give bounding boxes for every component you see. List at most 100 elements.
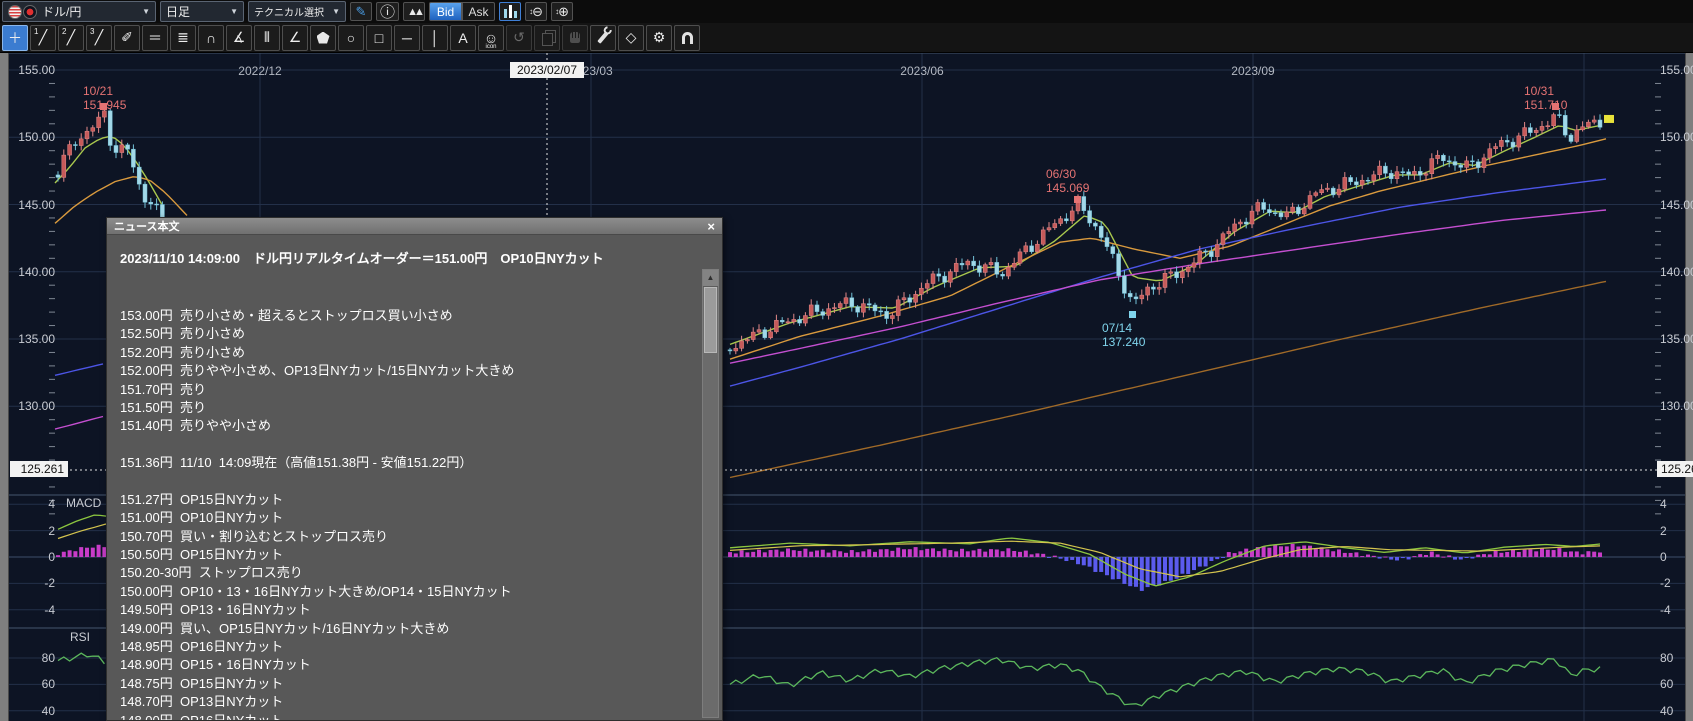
axis-label: 140.00 xyxy=(1660,265,1693,279)
candle-chart-type-button[interactable] xyxy=(499,2,521,21)
news-line xyxy=(120,473,692,491)
news-scrollbar[interactable]: ▲ xyxy=(702,269,719,718)
magnet-tool[interactable] xyxy=(674,25,700,51)
pan-hand-icon xyxy=(570,32,580,43)
news-popup[interactable]: ニュース本文 × 2023/11/10 14:09:00 ドル円リアルタイムオー… xyxy=(106,217,723,721)
ma-blue-right xyxy=(730,179,1606,386)
axis-label: 145.00 xyxy=(6,198,55,212)
trendline-3-tool[interactable]: ╱3 xyxy=(86,25,112,51)
bid-ask-toggle: Bid Ask xyxy=(429,2,495,21)
technical-select[interactable]: テクニカル選択 ▼ xyxy=(248,1,346,22)
multi-horizontal-lines-tool[interactable]: ≣ xyxy=(170,25,196,51)
news-line: 149.00円 買い、OP15日NYカット/16日NYカット大きめ xyxy=(120,620,692,638)
timeframe-select[interactable]: 日足 ▼ xyxy=(160,1,244,22)
tool-number-label: 1 xyxy=(34,27,38,36)
technical-label: テクニカル選択 xyxy=(254,4,324,19)
pentagon-tool[interactable] xyxy=(310,25,336,51)
axis-label: 145.00 xyxy=(1660,198,1693,212)
ma-magenta-left xyxy=(55,417,103,430)
info-button[interactable]: ⓘ xyxy=(376,2,399,21)
axis-label: 155.00 xyxy=(6,63,55,77)
currency-pair-label: ドル/円 xyxy=(42,3,81,20)
chevron-down-icon: ▼ xyxy=(142,7,150,16)
main-toolbar: ドル/円 ▼ 日足 ▼ テクニカル選択 ▼ ✎ ⓘ ▲▲ Bid Ask ↕ ⊖… xyxy=(0,0,1693,23)
rectangle-icon: □ xyxy=(375,30,383,46)
annotation-10-21: 10/21151.945 xyxy=(83,84,126,112)
trendline-2-tool[interactable]: ╱2 xyxy=(58,25,84,51)
copy-tool xyxy=(534,25,560,51)
axis-label: 40 xyxy=(6,704,55,718)
gann-fan-tool[interactable]: ∠ xyxy=(282,25,308,51)
crosshair-icon: ＋ xyxy=(8,28,22,48)
axis-label: -2 xyxy=(1660,576,1693,590)
copy-icon xyxy=(542,33,553,46)
axis-label: 40 xyxy=(1660,704,1693,718)
trendline-1-tool[interactable]: ╱1 xyxy=(30,25,56,51)
bid-button[interactable]: Bid xyxy=(429,2,462,21)
news-line: 148.95円 OP16日NYカット xyxy=(120,638,692,656)
scrollbar-thumb[interactable] xyxy=(704,287,717,353)
undo-history-icon: ↺ xyxy=(513,29,525,46)
icon-stamp-tool[interactable]: ☺icon xyxy=(478,25,504,51)
settings-list-tool[interactable]: ⚙ xyxy=(646,25,672,51)
axis-label: 135.00 xyxy=(1660,332,1693,346)
vertical-zoom-out-button[interactable]: ↕ ⊖ xyxy=(525,2,547,21)
vertical-line-tool[interactable]: │ xyxy=(422,25,448,51)
news-line: 148.90円 OP15・16日NYカット xyxy=(120,656,692,674)
ask-label: Ask xyxy=(469,5,489,19)
cursor-price-badge-left: 125.261 xyxy=(10,461,68,477)
ellipse-icon: ○ xyxy=(347,30,355,46)
vertical-grid-lines-icon: ⦀ xyxy=(264,29,270,46)
vertical-grid-lines-tool[interactable]: ⦀ xyxy=(254,25,280,51)
close-icon[interactable]: × xyxy=(707,220,715,233)
news-popup-titlebar[interactable]: ニュース本文 × xyxy=(107,218,722,235)
tool-number-label: 3 xyxy=(90,27,94,36)
news-line: 148.75円 OP15日NYカット xyxy=(120,675,692,693)
axis-label: 130.00 xyxy=(1660,399,1693,413)
axis-label: 80 xyxy=(1660,651,1693,665)
bid-label: Bid xyxy=(437,5,454,19)
annotation-10-31: 10/31151.710 xyxy=(1524,84,1567,112)
currency-pair-select[interactable]: ドル/円 ▼ xyxy=(2,1,156,22)
ellipse-tool[interactable]: ○ xyxy=(338,25,364,51)
parallel-lines-icon: ＝ xyxy=(148,28,162,48)
area-chart-button[interactable]: ▲▲ xyxy=(403,2,425,21)
scroll-up-icon[interactable]: ▲ xyxy=(703,270,718,287)
news-line: 151.00円 OP10日NYカット xyxy=(120,509,692,527)
japan-flag-icon xyxy=(23,5,37,19)
vertical-zoom-in-button[interactable]: ↕ ⊕ xyxy=(551,2,573,21)
ask-button[interactable]: Ask xyxy=(462,2,495,21)
horizontal-line-icon: ─ xyxy=(402,30,412,46)
horizontal-line-tool[interactable]: ─ xyxy=(394,25,420,51)
undo-history-tool: ↺ xyxy=(506,25,532,51)
settings-list-icon: ⚙ xyxy=(653,29,666,46)
ruler-tool[interactable]: ✐ xyxy=(114,25,140,51)
news-line: 152.50円 売り小さめ xyxy=(120,325,692,343)
axis-label: 135.00 xyxy=(6,332,55,346)
draw-pencil-button[interactable]: ✎ xyxy=(350,2,372,21)
rectangle-tool[interactable]: □ xyxy=(366,25,392,51)
fan-lines-icon: ∡ xyxy=(233,29,246,46)
eraser-tool[interactable]: ◇ xyxy=(618,25,644,51)
date-axis-label: 2023/06 xyxy=(900,64,943,78)
wrench-tool[interactable] xyxy=(590,25,616,51)
parallel-lines-tool[interactable]: ＝ xyxy=(142,25,168,51)
fibonacci-arc-icon: ∩ xyxy=(206,30,216,46)
fibonacci-arc-tool[interactable]: ∩ xyxy=(198,25,224,51)
fan-lines-tool[interactable]: ∡ xyxy=(226,25,252,51)
news-line: 151.27円 OP15日NYカット xyxy=(120,491,692,509)
zoom-in-icon: ⊕ xyxy=(558,4,569,20)
text-tool[interactable]: A xyxy=(450,25,476,51)
news-line: 149.50円 OP13・16日NYカット xyxy=(120,601,692,619)
axis-label: 140.00 xyxy=(6,265,55,279)
chart-region[interactable]: 2022/122023/032023/062023/09 155.00155.0… xyxy=(0,53,1693,721)
zoom-out-icon: ⊖ xyxy=(532,4,543,20)
news-popup-title: ニュース本文 xyxy=(114,218,179,234)
news-line: 151.40円 売りやや小さめ xyxy=(120,417,692,435)
area-chart-icon: ▲▲ xyxy=(407,6,421,18)
macd-panel-label: MACD xyxy=(66,496,101,510)
tool-sub-label: icon xyxy=(479,44,503,50)
axis-label: 2 xyxy=(6,524,55,538)
crosshair-tool[interactable]: ＋ xyxy=(2,25,28,51)
news-line: 151.70円 売り xyxy=(120,381,692,399)
